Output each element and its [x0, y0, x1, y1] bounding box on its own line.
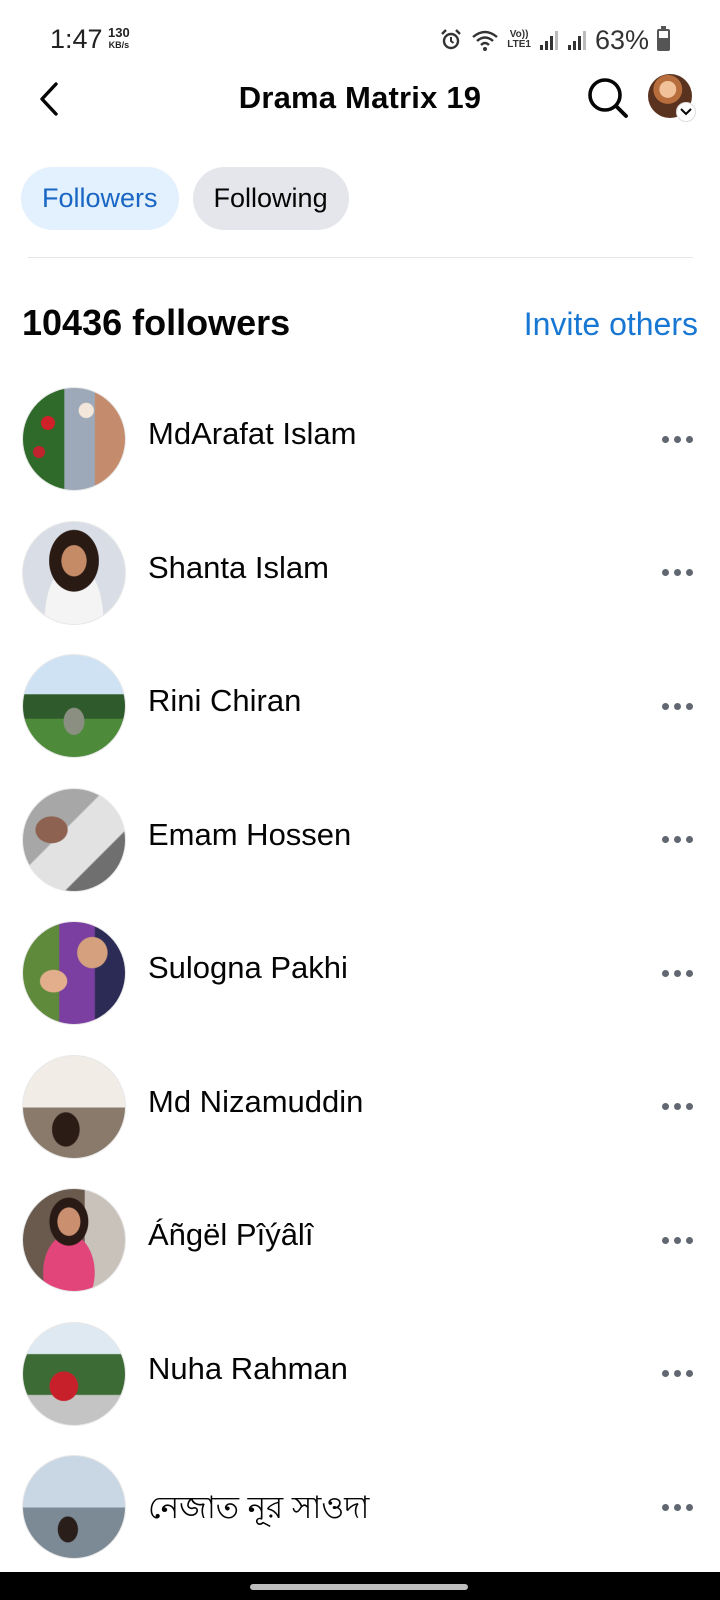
- lte-label: LTE1: [507, 39, 531, 50]
- alarm-icon: [441, 29, 462, 50]
- follower-name: নেজাত নূর সাওদা: [148, 1490, 370, 1525]
- more-options-button[interactable]: [655, 1223, 699, 1257]
- network-speed-unit: KB/s: [108, 40, 130, 50]
- chevron-down-icon: [676, 102, 696, 122]
- more-icon: [661, 1103, 669, 1110]
- battery-icon: [657, 26, 670, 51]
- list-item[interactable]: MdArafat Islam: [0, 372, 720, 506]
- list-item[interactable]: Rini Chiran: [0, 639, 720, 773]
- signal-icon: [567, 31, 586, 50]
- followers-list: MdArafat Islam Shanta Islam Rini Chiran …: [0, 372, 720, 1574]
- more-icon: [661, 1370, 669, 1377]
- follower-name: Shanta Islam: [148, 549, 329, 585]
- list-item[interactable]: Nuha Rahman: [0, 1307, 720, 1441]
- follower-name: Áñgël Pîýâlî: [148, 1217, 314, 1252]
- status-icons: Vo)) LTE1 63%: [439, 24, 670, 56]
- list-item[interactable]: Áñgël Pîýâlî: [0, 1173, 720, 1307]
- follower-name: Nuha Rahman: [148, 1350, 348, 1386]
- avatar: [22, 1455, 126, 1559]
- follower-name: Rini Chiran: [148, 683, 302, 718]
- tab-bar: Followers Following: [21, 167, 349, 230]
- home-gesture-handle[interactable]: [250, 1584, 468, 1590]
- more-options-button[interactable]: [655, 556, 699, 590]
- more-options-button[interactable]: [655, 956, 699, 990]
- network-speed: 130 KB/s: [108, 25, 130, 51]
- tab-following[interactable]: Following: [192, 167, 349, 230]
- tab-followers[interactable]: Followers: [21, 167, 179, 230]
- list-item[interactable]: Emam Hossen: [0, 773, 720, 907]
- avatar: [22, 1321, 126, 1426]
- list-item[interactable]: Md Nizamuddin: [0, 1040, 720, 1174]
- search-button[interactable]: [584, 74, 632, 122]
- avatar: [22, 1188, 126, 1292]
- wifi-icon: [472, 30, 499, 51]
- profile-switcher-button[interactable]: [648, 74, 696, 122]
- more-icon: [661, 702, 669, 710]
- more-options-button[interactable]: [655, 1090, 699, 1124]
- more-icon: [661, 435, 669, 443]
- more-options-button[interactable]: [655, 1357, 699, 1391]
- avatar: [22, 1054, 126, 1159]
- battery-percent: 63%: [594, 24, 649, 55]
- status-bar: 1:47 130 KB/s Vo)) LTE1 63%: [0, 0, 720, 80]
- search-icon: [588, 78, 628, 118]
- signal-icon: [539, 31, 558, 50]
- list-item[interactable]: Shanta Islam: [0, 506, 720, 640]
- avatar: [22, 787, 126, 892]
- more-icon: [661, 1503, 669, 1511]
- divider: [28, 257, 693, 258]
- more-options-button[interactable]: [655, 422, 699, 456]
- follower-name: Md Nizamuddin: [148, 1083, 364, 1119]
- follower-name: MdArafat Islam: [148, 416, 357, 451]
- more-options-button[interactable]: [655, 823, 699, 857]
- more-icon: [661, 836, 669, 843]
- more-icon: [661, 1236, 669, 1244]
- more-options-button[interactable]: [655, 1490, 699, 1524]
- avatar: [22, 921, 126, 1025]
- avatar: [22, 387, 126, 491]
- list-item[interactable]: নেজাত নূর সাওদা: [0, 1440, 720, 1574]
- system-nav-bar: [0, 1572, 720, 1600]
- avatar: [22, 654, 126, 758]
- follower-count: 10436 followers: [22, 302, 291, 343]
- status-time: 1:47: [50, 24, 103, 54]
- network-speed-value: 130: [108, 25, 130, 40]
- more-options-button[interactable]: [655, 689, 699, 723]
- list-item[interactable]: Sulogna Pakhi: [0, 906, 720, 1040]
- more-icon: [661, 569, 669, 576]
- avatar: [22, 520, 126, 625]
- app-header: Drama Matrix 19: [0, 70, 720, 128]
- followers-summary: 10436 followers Invite others: [22, 298, 700, 348]
- follower-name: Emam Hossen: [148, 816, 352, 852]
- invite-others-link[interactable]: Invite others: [524, 306, 698, 343]
- volte-lte-label: Vo)) LTE1: [507, 30, 531, 50]
- follower-name: Sulogna Pakhi: [148, 950, 348, 985]
- more-icon: [661, 969, 669, 977]
